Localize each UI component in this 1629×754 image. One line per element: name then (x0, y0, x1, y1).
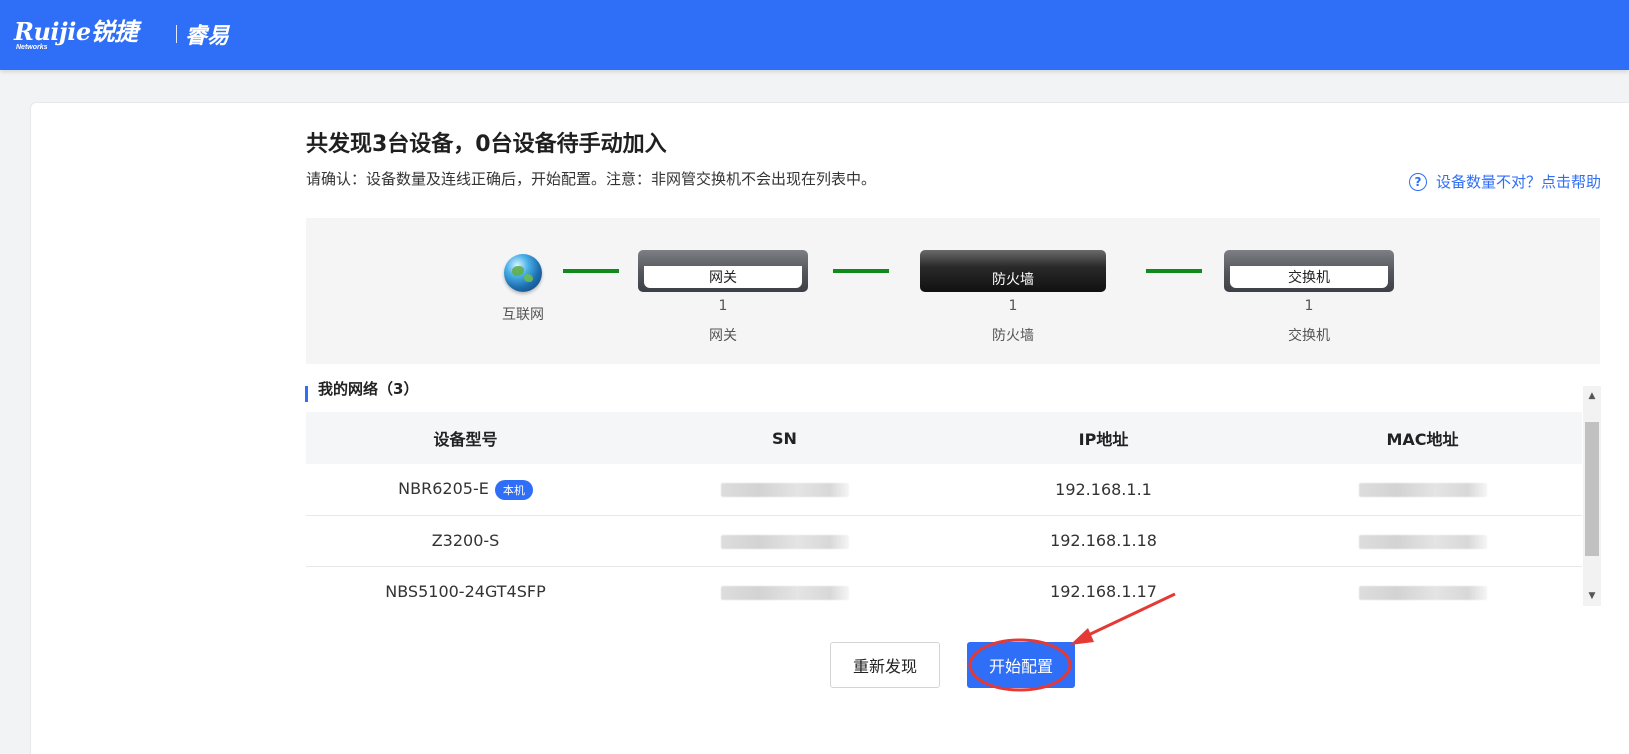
redacted-mac (1358, 585, 1487, 600)
rescan-button[interactable]: 重新发现 (830, 642, 940, 688)
switch-device: 交换机 (1224, 250, 1394, 292)
product-name: 睿易 (185, 24, 230, 49)
help-link-label: 设备数量不对？点击帮助 (1435, 173, 1601, 191)
switch-face-label: 交换机 (1230, 266, 1388, 288)
scroll-down-arrow-icon[interactable]: ▼ (1583, 588, 1601, 604)
brand-logo-text: Ruijie锐捷 (14, 17, 138, 46)
mac-cell (1263, 566, 1582, 602)
device-model-cell: NBR6205-E 本机 (306, 464, 625, 516)
redacted-sn (720, 534, 849, 549)
page-title: 共发现3台设备，0台设备待手动加入 (306, 132, 667, 157)
table-header-row: 设备型号 SN IP地址 MAC地址 (306, 412, 1582, 464)
logo: Ruijie锐捷 Networks 睿易 (14, 17, 230, 52)
gateway-device: 网关 (638, 250, 808, 292)
column-header-sn: SN (772, 428, 797, 448)
firewall-count: 1 (1008, 298, 1018, 314)
sn-cell (625, 464, 944, 516)
section-title: 我的网络（3） (318, 380, 419, 398)
gateway-count: 1 (718, 298, 728, 314)
internet-label: 互联网 (502, 307, 544, 323)
start-config-button[interactable]: 开始配置 (967, 642, 1075, 688)
firewall-label: 防火墙 (992, 328, 1034, 344)
top-bar: Ruijie锐捷 Networks 睿易 (0, 0, 1629, 70)
table-row: Z3200-S 192.168.1.18 (306, 515, 1582, 567)
redacted-mac (1358, 483, 1487, 498)
device-model-cell: Z3200-S (306, 515, 625, 567)
link-line (1146, 269, 1202, 273)
link-line (563, 269, 619, 273)
table-row: NBR6205-E 本机 192.168.1.1 (306, 464, 1582, 516)
sn-cell (625, 515, 944, 567)
device-model: Z3200-S (431, 531, 500, 550)
column-header-model: 设备型号 (433, 430, 498, 449)
local-device-badge: 本机 (494, 479, 533, 500)
redacted-sn (720, 483, 849, 498)
firewall-face-label: 防火墙 (992, 272, 1034, 288)
table-row: NBS5100-24GT4SFP 192.168.1.17 (306, 566, 1582, 602)
section-marker (305, 386, 308, 402)
question-circle-icon: ? (1408, 172, 1427, 191)
help-link[interactable]: ? 设备数量不对？点击帮助 (1408, 171, 1601, 192)
ip-cell: 192.168.1.18 (944, 515, 1263, 567)
firewall-device: 防火墙 (920, 250, 1106, 292)
ip-cell: 192.168.1.1 (944, 464, 1263, 516)
brand-logo-subtext: Networks (16, 44, 48, 51)
table-scrollbar[interactable]: ▲ ▼ (1583, 386, 1601, 606)
switch-count: 1 (1304, 298, 1314, 314)
scroll-thumb[interactable] (1585, 422, 1599, 556)
device-model-cell: NBS5100-24GT4SFP (306, 566, 625, 602)
page-subtitle: 请确认：设备数量及连线正确后，开始配置。注意：非网管交换机不会出现在列表中。 (306, 170, 877, 188)
device-table: 设备型号 SN IP地址 MAC地址 NBR6205-E 本机 192.168.1… (306, 412, 1582, 602)
redacted-mac (1358, 534, 1487, 549)
gateway-label: 网关 (709, 328, 737, 344)
device-model: NBS5100-24GT4SFP (385, 582, 546, 601)
topology-diagram: 互联网 网关 1 网关 防火墙 1 防火墙 交换机 1 交换机 (306, 218, 1600, 364)
scroll-up-arrow-icon[interactable]: ▲ (1583, 388, 1601, 404)
globe-icon (504, 254, 542, 292)
redacted-sn (720, 585, 849, 600)
switch-label: 交换机 (1288, 328, 1330, 344)
mac-cell (1263, 464, 1582, 516)
gateway-face-label: 网关 (644, 266, 802, 288)
device-model: NBR6205-E (398, 479, 489, 498)
column-header-ip: IP地址 (1078, 430, 1129, 449)
mac-cell (1263, 515, 1582, 567)
sn-cell (625, 566, 944, 602)
column-header-mac: MAC地址 (1386, 430, 1459, 449)
logo-divider (176, 25, 177, 43)
ip-cell: 192.168.1.17 (944, 566, 1263, 602)
link-line (833, 269, 889, 273)
